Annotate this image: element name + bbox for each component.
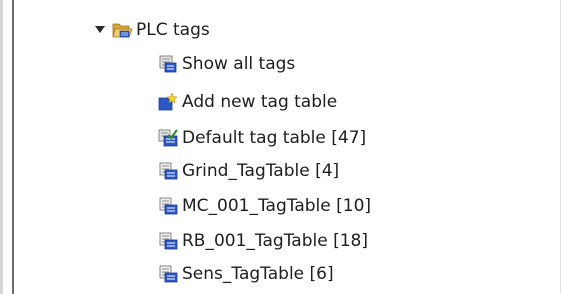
folder-open-icon xyxy=(112,20,133,40)
tree-item-label: Show all tags xyxy=(182,54,296,74)
tag-table-icon xyxy=(158,196,178,216)
scrollbar-track[interactable] xyxy=(0,0,3,294)
expand-arrow-icon[interactable] xyxy=(92,20,108,40)
tree-item-sens-tagtable[interactable]: Sens_TagTable [6] xyxy=(158,260,334,288)
tree-guide-line xyxy=(12,0,14,294)
tree-item-default-tag-table[interactable]: Default tag table [47] xyxy=(158,124,366,152)
tree-item-label: Grind_TagTable [4] xyxy=(182,161,340,181)
tree-item-label: RB_001_TagTable [18] xyxy=(182,231,368,251)
tree-item-rb-001-tagtable[interactable]: RB_001_TagTable [18] xyxy=(158,227,368,255)
tree-item-mc-001-tagtable[interactable]: MC_001_TagTable [10] xyxy=(158,192,371,220)
tree-item-label: Add new tag table xyxy=(182,92,338,112)
tree-item-label: MC_001_TagTable [10] xyxy=(182,196,372,216)
tree-folder-plc-tags[interactable]: PLC tags xyxy=(92,16,210,44)
tag-table-icon xyxy=(158,264,178,284)
tag-table-icon xyxy=(158,161,178,181)
tree-item-label: Sens_TagTable [6] xyxy=(182,264,334,284)
tree-item-add-new-tag-table[interactable]: Add new tag table xyxy=(158,88,337,116)
tree-folder-label: PLC tags xyxy=(136,20,210,40)
tag-table-icon xyxy=(158,231,178,251)
tree-item-label: Default tag table [47] xyxy=(182,128,367,148)
add-tag-table-icon xyxy=(158,92,178,112)
tree-item-show-all-tags[interactable]: Show all tags xyxy=(158,50,295,78)
show-all-tags-icon xyxy=(158,54,178,74)
default-tag-table-icon xyxy=(158,128,178,148)
tree-item-grind-tagtable[interactable]: Grind_TagTable [4] xyxy=(158,157,339,185)
